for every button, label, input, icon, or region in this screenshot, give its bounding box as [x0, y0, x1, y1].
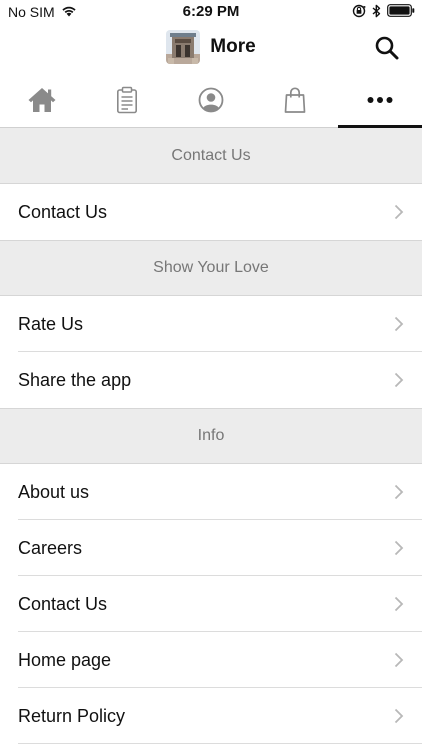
bluetooth-icon: [372, 4, 381, 21]
list-item-share-the-app[interactable]: Share the app: [0, 352, 422, 408]
tab-account[interactable]: [169, 72, 253, 127]
chevron-right-icon: [394, 708, 404, 724]
tab-home[interactable]: [0, 72, 84, 127]
chevron-right-icon: [394, 484, 404, 500]
header-center: More: [0, 30, 422, 64]
section-header-contact: Contact Us: [0, 128, 422, 184]
tab-bar: [0, 72, 422, 128]
chevron-right-icon: [394, 596, 404, 612]
list-item-about-us[interactable]: About us: [0, 464, 422, 520]
list-item-label: About us: [18, 481, 90, 502]
list-item-contact-us-info[interactable]: Contact Us: [0, 576, 422, 632]
list-item-label: Careers: [18, 537, 83, 558]
list-item-contact-us[interactable]: Contact Us: [0, 184, 422, 240]
page-title: More: [210, 36, 256, 57]
list-item-label: Contact Us: [18, 201, 108, 222]
status-right: [352, 4, 415, 21]
chevron-right-icon: [394, 204, 404, 220]
status-left: No SIM: [8, 4, 77, 20]
orientation-lock-icon: [352, 4, 366, 21]
status-bar: No SIM 6:29 PM: [0, 0, 422, 24]
battery-icon: [387, 4, 415, 20]
chevron-right-icon: [394, 540, 404, 556]
tab-cart[interactable]: [253, 72, 337, 127]
list-item-home-page[interactable]: Home page: [0, 632, 422, 688]
list-item-label: Contact Us: [18, 593, 108, 614]
more-dots-icon: [367, 96, 393, 103]
shopping-bag-icon: [285, 86, 306, 113]
list-item-label: Share the app: [18, 369, 132, 390]
home-icon: [28, 87, 56, 112]
section-header-show-your-love: Show Your Love: [0, 240, 422, 296]
section-header-info: Info: [0, 408, 422, 464]
clipboard-icon: [116, 86, 137, 113]
tab-more[interactable]: [337, 72, 422, 128]
tab-orders[interactable]: [84, 72, 168, 127]
carrier-label: No SIM: [8, 4, 55, 20]
more-menu-list: Contact Us Contact Us Show Your Love Rat…: [0, 128, 422, 744]
chevron-right-icon: [394, 316, 404, 332]
header: More: [0, 24, 422, 72]
list-item-label: Rate Us: [18, 313, 84, 334]
list-item-label: Return Policy: [18, 705, 126, 726]
search-icon: [375, 36, 399, 60]
list-item-careers[interactable]: Careers: [0, 520, 422, 576]
search-button[interactable]: [374, 35, 400, 61]
list-item-rate-us[interactable]: Rate Us: [0, 296, 422, 352]
list-item-return-policy[interactable]: Return Policy: [0, 688, 422, 744]
user-icon: [198, 87, 224, 112]
store-logo: [166, 30, 201, 64]
chevron-right-icon: [394, 652, 404, 668]
list-item-label: Home page: [18, 649, 112, 670]
chevron-right-icon: [394, 372, 404, 388]
wifi-icon: [61, 4, 77, 20]
